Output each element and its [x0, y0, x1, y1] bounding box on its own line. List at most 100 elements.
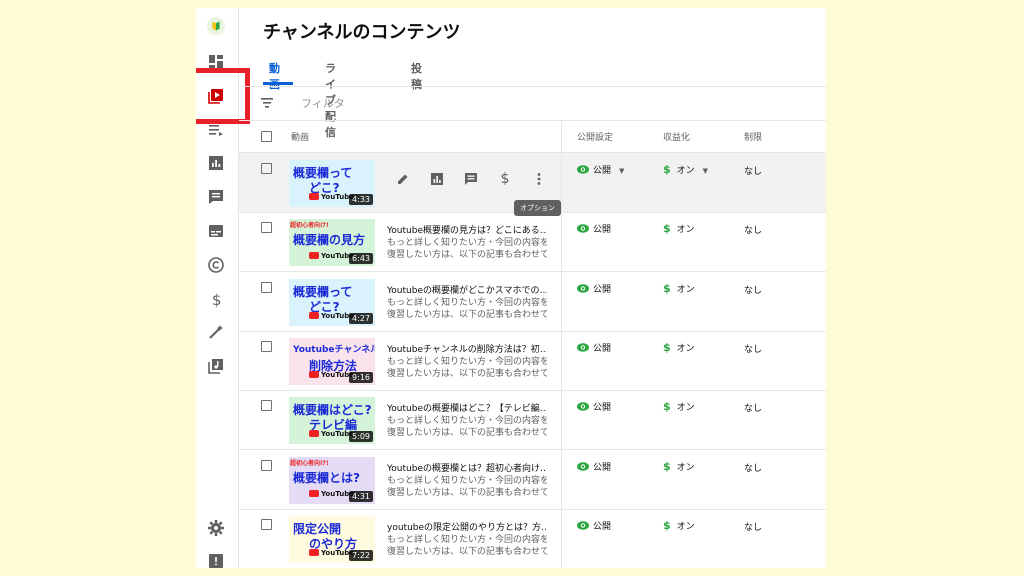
visibility-cell: 公開	[577, 460, 611, 473]
youtube-logo-icon: YouTube	[309, 370, 354, 379]
filter-divider	[239, 120, 826, 121]
video-description-line2: 復習したい方は、以下の記事も合わせて…	[387, 368, 547, 379]
copyright-icon[interactable]	[206, 255, 226, 275]
dollar-icon: $	[663, 459, 671, 473]
audio-library-icon[interactable]	[206, 356, 226, 376]
tab-videos[interactable]: 動画	[263, 60, 293, 92]
video-title[interactable]: Youtubeチャンネルの削除方法は？初…	[387, 342, 547, 355]
earn-icon[interactable]: $	[206, 289, 226, 309]
customization-icon[interactable]	[206, 322, 226, 342]
table-row[interactable]: 超初心者向け! 概要欄の見方 YouTube 6:43 Youtube概要欄の見方は？ど…	[239, 212, 826, 273]
main-content: チャンネルのコンテンツ 動画 ライブ配信 投稿 フィルタ 動画 公開設定 収益化…	[239, 8, 826, 568]
eye-icon	[577, 283, 589, 293]
video-thumbnail[interactable]: 超初心者向け! 概要欄の見方 YouTube 6:43	[289, 219, 375, 267]
video-thumbnail[interactable]: Youtubeチャンネルの削除方法YouTube9:16	[289, 337, 375, 385]
restrictions-cell: なし	[744, 226, 763, 237]
visibility-cell[interactable]: 公開 ▼	[577, 163, 624, 176]
column-header-monetization[interactable]: 収益化	[663, 130, 690, 143]
table-row[interactable]: 概要欄って どこ? YouTube 4:33 $ オプション 公開 ▼ $ オン ▼ なし	[239, 153, 826, 216]
edit-icon[interactable]	[395, 171, 411, 187]
video-title[interactable]: Youtube概要欄の見方は？どこにある…	[387, 223, 547, 236]
monetization-cell: $ オン	[663, 400, 695, 413]
restrictions-cell: なし	[744, 344, 763, 355]
monetization-cell: $ オン	[663, 519, 695, 532]
svg-text:$: $	[212, 291, 222, 308]
column-header-visibility[interactable]: 公開設定	[577, 130, 613, 143]
channel-avatar-icon[interactable]	[206, 16, 226, 36]
row-checkbox[interactable]	[261, 518, 272, 530]
video-description: もっと詳しく知りたい方・今回の内容を 復習したい方は、以下の記事も合わせて…	[387, 475, 547, 499]
analytics-icon[interactable]	[206, 153, 226, 173]
video-description: もっと詳しく知りたい方・今回の内容を 復習したい方は、以下の記事も合わせて…	[387, 237, 547, 261]
video-title[interactable]: Youtubeの概要欄はどこ？【テレビ編…	[387, 401, 547, 414]
row-checkbox[interactable]	[261, 459, 272, 471]
video-duration: 4:33	[349, 194, 373, 205]
youtube-logo-icon: YouTube	[309, 489, 354, 498]
visibility-label: 公開	[593, 343, 612, 354]
video-thumbnail[interactable]: 概要欄って どこ? YouTube 4:27	[289, 278, 375, 326]
eye-icon	[577, 521, 589, 530]
column-header-video[interactable]: 動画	[291, 130, 309, 143]
eye-icon	[577, 165, 589, 174]
sidebar: $	[196, 8, 250, 568]
video-title[interactable]: youtubeの限定公開のやり方とは？方…	[387, 520, 547, 533]
video-description: もっと詳しく知りたい方・今回の内容を 復習したい方は、以下の記事も合わせて…	[387, 297, 547, 321]
row-checkbox[interactable]	[261, 163, 272, 174]
select-all-checkbox[interactable]	[261, 131, 272, 142]
monetization-label: オン	[676, 521, 695, 532]
comments-icon[interactable]	[463, 171, 479, 187]
visibility-label: 公開	[593, 284, 612, 295]
video-duration: 9:16	[349, 371, 373, 383]
feedback-icon[interactable]	[206, 551, 226, 568]
subtitles-icon[interactable]	[206, 221, 226, 241]
table-row[interactable]: 概要欄はどこ? テレビ編 YouTube 5:09 Youtubeの概要欄はどこ？【テレ…	[239, 390, 826, 451]
visibility-dropdown-icon[interactable]: ▼	[619, 167, 624, 175]
comments-icon[interactable]	[206, 187, 226, 207]
settings-icon[interactable]	[206, 518, 226, 538]
video-thumbnail[interactable]: 超初心者向け! 概要欄とは? YouTube 4:31	[289, 456, 375, 504]
studio-window: $ チャンネルのコンテンツ 動画 ライブ配信 投稿 フィルタ	[196, 8, 826, 568]
youtube-logo-icon: YouTube	[309, 311, 354, 320]
video-thumbnail[interactable]: 限定公開 のやり方 YouTube 7:22	[289, 515, 375, 563]
visibility-cell: 公開	[577, 519, 611, 532]
row-checkbox[interactable]	[261, 340, 272, 352]
table-row[interactable]: 超初心者向け! 概要欄とは? YouTube 4:31 Youtubeの概要欄とは？超初…	[239, 450, 826, 510]
eye-icon	[577, 402, 589, 411]
tab-posts[interactable]: 投稿	[411, 60, 422, 92]
thumbnail-tag: 超初心者向け!	[290, 222, 329, 230]
page-title: チャンネルのコンテンツ	[263, 22, 461, 43]
analytics-icon[interactable]	[429, 171, 445, 187]
filter-input[interactable]: フィルタ	[301, 95, 345, 111]
dollar-icon: $	[663, 340, 671, 354]
table-row[interactable]: Youtubeチャンネルの削除方法YouTube9:16 Youtubeチャンネル…	[239, 331, 826, 391]
options-icon[interactable]	[531, 171, 547, 187]
video-description: もっと詳しく知りたい方・今回の内容を 復習したい方は、以下の記事も合わせて…	[387, 534, 547, 558]
monetization-icon[interactable]: $	[497, 171, 513, 187]
filter-icon[interactable]	[259, 95, 275, 111]
monetization-dropdown-icon[interactable]: ▼	[703, 167, 708, 175]
tabs-divider	[239, 86, 826, 87]
video-thumbnail[interactable]: 概要欄はどこ? テレビ編 YouTube 5:09	[289, 397, 375, 445]
row-checkbox[interactable]	[261, 400, 272, 412]
thumbnail-text-line1: 概要欄とは?	[293, 470, 360, 485]
column-header-restrictions[interactable]: 制限	[744, 130, 762, 143]
monetization-label: オン	[676, 403, 695, 414]
row-checkbox[interactable]	[261, 222, 272, 234]
thumbnail-text-line1: 概要欄の見方	[293, 233, 366, 248]
video-duration: 6:43	[349, 253, 373, 265]
table-row[interactable]: 限定公開 のやり方 YouTube 7:22 youtubeの限定公開のやり方とは？方……	[239, 509, 826, 568]
restrictions-cell: なし	[744, 404, 763, 415]
table-row[interactable]: 概要欄って どこ? YouTube 4:27 Youtubeの概要欄がどこかスマホでの……	[239, 272, 826, 332]
video-title[interactable]: Youtubeの概要欄がどこかスマホでの…	[387, 283, 547, 296]
restrictions-cell: なし	[744, 285, 763, 296]
monetization-label: オン	[676, 343, 695, 354]
video-thumbnail[interactable]: 概要欄って どこ? YouTube 4:33	[289, 160, 375, 207]
monetization-cell: $ オン	[663, 222, 695, 235]
row-checkbox[interactable]	[261, 281, 272, 293]
playlists-icon[interactable]	[206, 120, 226, 140]
eye-icon	[577, 343, 589, 352]
monetization-cell[interactable]: $ オン ▼	[663, 163, 708, 176]
video-title[interactable]: Youtubeの概要欄とは？超初心者向け…	[387, 461, 547, 474]
dollar-icon: $	[663, 518, 671, 532]
video-duration: 4:27	[349, 312, 373, 324]
